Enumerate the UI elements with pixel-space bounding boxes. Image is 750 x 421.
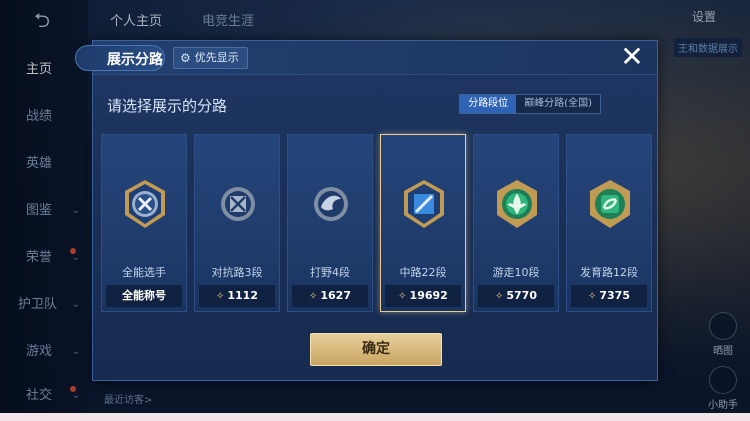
lane-card-score: ✧ 1112 [199,285,275,307]
dialog-title: 展示分路 [107,52,163,68]
lane-card-farm[interactable]: 发育路12段 ✧ 7375 [566,134,652,312]
lane-card-name: 对抗路3段 [211,266,263,279]
lane-card-all-rounder[interactable]: 全能选手 全能称号 [101,134,187,312]
lane-card-name: 游走10段 [492,266,540,279]
toggle-peak-lane[interactable]: 巅峰分路(全国) [516,95,600,113]
rank-star-icon: ✧ [398,291,407,302]
lane-card-mid[interactable]: 中路22段 ✧ 19692 [380,134,466,312]
toggle-lane-rank[interactable]: 分路段位 [460,95,517,113]
lane-card-score: ✧ 5770 [478,285,554,307]
clash-lane-emblem-icon [221,187,255,221]
close-icon[interactable]: ✕ [617,43,647,73]
rank-star-icon: ✧ [494,291,504,302]
jungle-emblem-icon [314,187,348,221]
lane-card-name: 打野4段 [310,266,350,279]
lane-card-name: 全能选手 [122,266,166,279]
all-rounder-emblem-icon [125,180,165,228]
lane-card-name: 中路22段 [399,266,447,279]
confirm-button[interactable]: 确定 [310,333,442,366]
lane-card-score: 全能称号 [106,285,182,307]
lane-card-score: ✧ 1627 [292,285,368,307]
lane-card-score: ✧ 7375 [571,285,647,307]
mid-lane-emblem-icon [404,180,444,228]
lane-card-jungle[interactable]: 打野4段 ✧ 1627 [287,134,373,312]
lane-card-score: ✧ 19692 [385,285,461,307]
priority-display-button[interactable]: ⚙ 优先显示 [173,47,248,69]
lane-card-name: 发育路12段 [580,266,638,279]
dialog-header: 展示分路 ⚙ 优先显示 ✕ [75,41,657,75]
lane-cards: 全能选手 全能称号 对抗路3段 ✧ 1112 打野4段 ✧ 1627 中路22段… [101,134,652,312]
lane-card-roam[interactable]: 游走10段 ✧ 5770 [473,134,559,312]
gear-icon: ⚙ [180,51,191,65]
rank-star-icon: ✧ [308,291,318,302]
roam-emblem-icon [497,180,537,228]
rank-star-icon: ✧ [587,291,597,302]
lane-display-dialog: 展示分路 ⚙ 优先显示 ✕ 请选择展示的分路 分路段位 巅峰分路(全国) 全能选… [75,40,658,381]
lane-mode-toggle: 分路段位 巅峰分路(全国) [459,94,601,114]
farm-lane-emblem-icon [590,180,630,228]
bottom-strip [0,413,750,421]
lane-card-clash[interactable]: 对抗路3段 ✧ 1112 [194,134,280,312]
select-lane-prompt: 请选择展示的分路 [107,97,228,115]
rank-star-icon: ✧ [215,291,225,302]
